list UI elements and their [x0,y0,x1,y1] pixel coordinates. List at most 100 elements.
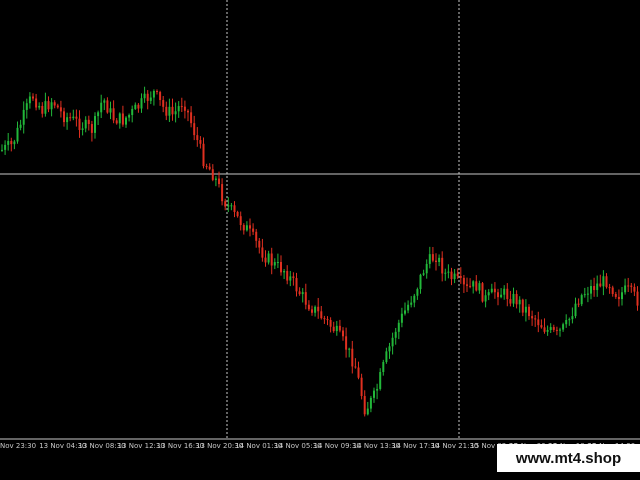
candle-body [323,318,326,320]
candle-body [118,113,121,124]
candle-body [75,116,78,119]
candle-body [562,324,565,330]
candle-body [317,306,320,312]
candle-body [304,292,307,305]
candle-body [503,288,506,295]
candle-body [410,302,413,305]
candle-body [543,327,546,332]
candle-body [515,293,518,305]
candle-body [100,102,103,113]
candle-body [199,140,202,144]
candle-body [590,286,592,294]
candle-body [357,367,360,378]
candle-body [121,113,124,125]
candle-body [146,93,149,101]
candle-body [286,271,289,281]
candle-body [363,396,366,415]
candle-body [264,257,267,263]
candle-body [35,98,38,108]
candle-body [462,277,465,285]
candle-body [276,261,279,263]
candle-body [298,291,301,295]
candle-body [152,90,155,98]
candle-body [627,285,630,287]
candle-body [314,306,317,313]
candle-body [332,326,335,332]
candle-body [311,309,313,313]
candle-body [608,287,611,289]
candle-body [41,105,44,114]
candle-body [307,304,310,310]
candle-body [53,102,56,106]
candle-body [580,295,583,305]
candle-body [466,284,468,286]
candle-body [493,288,496,293]
candle-body [159,92,162,101]
candle-body [233,205,236,212]
candle-body [540,325,543,328]
candle-body [487,292,490,296]
candle-body [69,117,72,119]
candle-body [87,119,90,125]
candle-body [456,273,459,277]
candle-body [47,101,50,110]
candle-body [351,348,354,367]
candle-body [338,325,341,331]
candle-body [22,109,25,125]
candle-body [10,141,13,145]
candle-body [506,288,509,300]
candle-body [394,331,397,338]
candle-body [44,101,47,114]
candle-body [128,115,131,118]
candle-body [137,104,140,109]
candle-body [174,111,177,115]
candle-body [537,319,540,326]
candle-body [555,329,558,331]
candle-body [593,286,596,291]
candle-body [143,93,146,99]
candle-body [13,141,16,145]
candle-body [475,281,478,291]
candle-body [369,397,372,409]
candle-body [134,104,137,109]
candle-body [56,105,59,108]
candle-body [103,100,106,103]
candle-body [335,325,338,332]
candle-body [413,295,416,303]
candle-body [531,316,534,319]
candle-body [81,128,84,130]
candle-body [258,240,261,248]
candle-body [509,299,512,304]
candle-body [605,276,608,288]
candle-body [7,141,10,145]
candle-body [611,287,614,294]
candle-body [481,283,484,302]
candle-body [382,362,385,373]
candle-body [190,112,193,124]
candle-body [621,292,623,300]
candle-body [469,285,472,287]
candle-body [205,166,208,168]
candle-body [249,225,251,229]
candle-body [614,293,617,297]
candle-body [497,292,499,298]
candle-body [245,225,248,231]
candle-body [397,322,400,332]
candle-body [59,107,62,112]
candle-body [441,257,444,274]
candle-body [50,102,53,110]
candle-body [162,100,165,107]
candle-body [559,329,561,331]
candle-body [484,295,487,302]
candle-body [407,304,410,311]
candle-body [602,276,605,287]
candle-body [112,108,115,121]
candle-body [326,319,329,321]
candle-body [187,110,189,113]
candle-body [624,285,627,293]
candle-body [568,319,571,321]
candle-body [270,253,273,266]
price-chart[interactable] [0,0,640,440]
candle-body [549,327,552,331]
candle-body [524,306,527,313]
